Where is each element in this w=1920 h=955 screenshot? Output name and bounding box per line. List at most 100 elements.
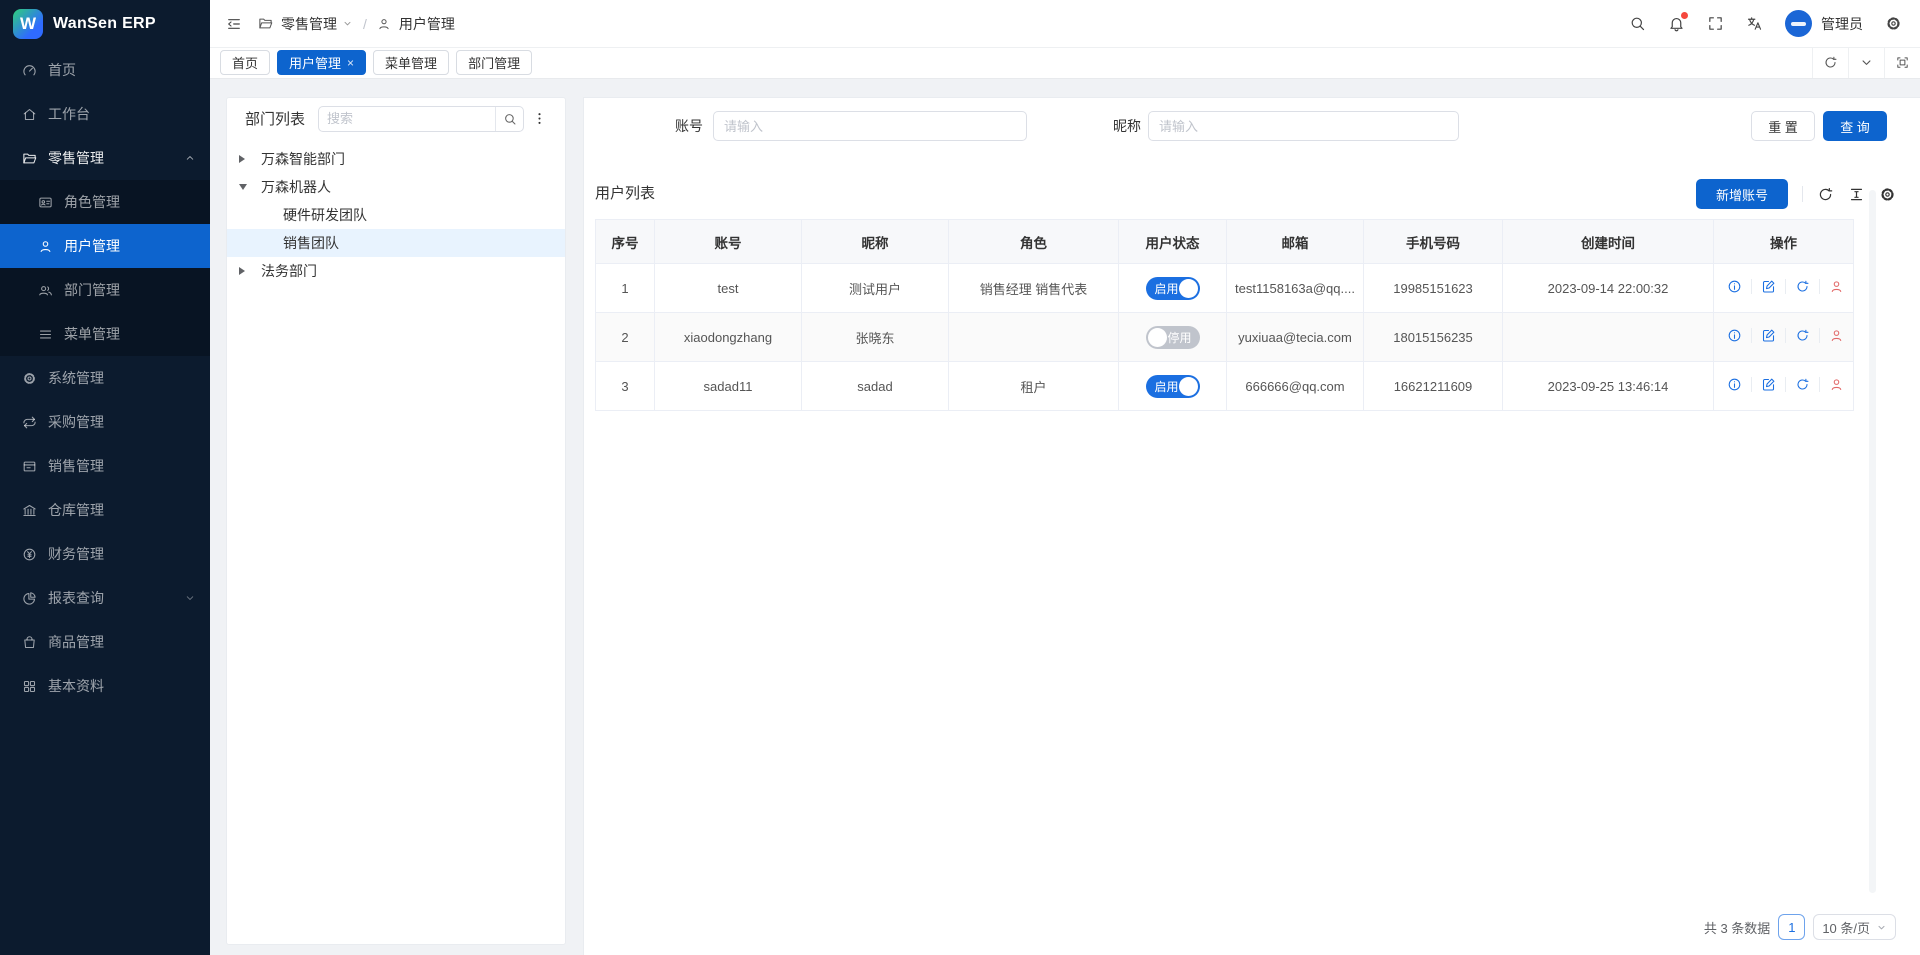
sidebar-item[interactable]: 商品管理 bbox=[0, 620, 210, 664]
created-cell: 2023-09-25 13:46:14 bbox=[1503, 362, 1714, 411]
nickname-filter-input[interactable] bbox=[1148, 111, 1459, 141]
add-account-button[interactable]: 新增账号 bbox=[1696, 179, 1788, 209]
column-header: 用户状态 bbox=[1119, 220, 1227, 264]
tab-菜单管理[interactable]: 菜单管理 bbox=[373, 50, 449, 75]
sidebar-item[interactable]: 工作台 bbox=[0, 92, 210, 136]
tree-collapse-icon[interactable] bbox=[239, 184, 247, 190]
sidebar-item[interactable]: 菜单管理 bbox=[0, 312, 210, 356]
user-remove-icon[interactable] bbox=[1819, 279, 1853, 294]
tab-label: 部门管理 bbox=[468, 53, 520, 72]
search-icon[interactable] bbox=[1629, 15, 1646, 32]
department-tree: 万森智能部门万森机器人硬件研发团队销售团队法务部门 bbox=[227, 139, 565, 285]
sidebar-item[interactable]: 报表查询 bbox=[0, 576, 210, 620]
sidebar-item[interactable]: 系统管理 bbox=[0, 356, 210, 400]
view-detail-icon[interactable] bbox=[1718, 328, 1751, 343]
reset-password-icon[interactable] bbox=[1785, 279, 1819, 294]
notification-dot bbox=[1681, 12, 1688, 19]
folder-icon bbox=[22, 151, 37, 166]
status-toggle-label: 启用 bbox=[1155, 378, 1179, 395]
sidebar-item-label: 系统管理 bbox=[48, 368, 196, 388]
pagination: 共 3 条数据 1 10 条/页 bbox=[1704, 914, 1896, 940]
view-detail-icon[interactable] bbox=[1718, 279, 1751, 294]
status-toggle[interactable]: 停用 bbox=[1146, 326, 1200, 349]
edit-user-icon[interactable] bbox=[1751, 279, 1785, 294]
tree-expand-icon[interactable] bbox=[239, 155, 245, 163]
breadcrumb-separator: / bbox=[361, 16, 369, 32]
department-search-input[interactable] bbox=[319, 111, 495, 126]
sidebar-item[interactable]: 首页 bbox=[0, 48, 210, 92]
sidebar-item[interactable]: 采购管理 bbox=[0, 400, 210, 444]
index-cell: 1 bbox=[596, 264, 655, 313]
department-search-icon[interactable] bbox=[495, 107, 523, 131]
finance-icon bbox=[22, 547, 37, 562]
sidebar-item[interactable]: 仓库管理 bbox=[0, 488, 210, 532]
table-refresh-icon[interactable] bbox=[1817, 186, 1834, 203]
email-cell: test1158163a@qq.... bbox=[1227, 264, 1364, 313]
tree-expand-icon[interactable] bbox=[239, 267, 245, 275]
edit-user-icon[interactable] bbox=[1751, 328, 1785, 343]
content-fullscreen-icon[interactable] bbox=[1884, 47, 1920, 78]
reset-button[interactable]: 重 置 bbox=[1751, 111, 1815, 141]
gear-icon bbox=[22, 371, 37, 386]
status-toggle-label: 启用 bbox=[1155, 280, 1179, 297]
tree-item[interactable]: 万森机器人 bbox=[227, 173, 565, 201]
user-menu[interactable]: 管理员 bbox=[1785, 10, 1863, 37]
bank-icon bbox=[22, 503, 37, 518]
user-management-panel: 账号 昵称 重 置 查 询 用户列表 新增账号 序号账号昵称角色用户状态邮箱手机… bbox=[583, 97, 1920, 955]
page-size-select[interactable]: 10 条/页 bbox=[1813, 914, 1896, 940]
sidebar-item[interactable]: 部门管理 bbox=[0, 268, 210, 312]
ops-cell bbox=[1714, 313, 1854, 362]
edit-user-icon[interactable] bbox=[1751, 377, 1785, 392]
fullscreen-icon[interactable] bbox=[1707, 15, 1724, 32]
user-remove-icon[interactable] bbox=[1819, 328, 1853, 343]
sidebar-item-label: 工作台 bbox=[48, 104, 196, 124]
tab-menu-chevron-icon[interactable] bbox=[1848, 47, 1884, 78]
sidebar-item[interactable]: 角色管理 bbox=[0, 180, 210, 224]
table-header-row: 序号账号昵称角色用户状态邮箱手机号码创建时间操作 bbox=[596, 220, 1854, 264]
sidebar-item[interactable]: 基本资料 bbox=[0, 664, 210, 708]
sidebar-item[interactable]: 用户管理 bbox=[0, 224, 210, 268]
scrollbar-track[interactable] bbox=[1869, 190, 1876, 893]
reset-password-icon[interactable] bbox=[1785, 377, 1819, 392]
page-size-label: 10 条/页 bbox=[1822, 918, 1870, 937]
sidebar-fold-icon[interactable] bbox=[226, 16, 242, 32]
sidebar-item-label: 部门管理 bbox=[64, 280, 196, 300]
tree-arrow-slot bbox=[239, 267, 261, 275]
tab-部门管理[interactable]: 部门管理 bbox=[456, 50, 532, 75]
breadcrumb-current: 用户管理 bbox=[399, 14, 455, 34]
refresh-page-icon[interactable] bbox=[1812, 47, 1848, 78]
sidebar-item-label: 用户管理 bbox=[64, 236, 196, 256]
sidebar-item[interactable]: 零售管理 bbox=[0, 136, 210, 180]
user-table: 序号账号昵称角色用户状态邮箱手机号码创建时间操作 1test测试用户销售经理 销… bbox=[595, 219, 1854, 411]
tree-item[interactable]: 硬件研发团队 bbox=[227, 201, 565, 229]
tree-item[interactable]: 法务部门 bbox=[227, 257, 565, 285]
status-toggle[interactable]: 启用 bbox=[1146, 375, 1200, 398]
nickname-cell: 测试用户 bbox=[802, 264, 949, 313]
tree-item[interactable]: 销售团队 bbox=[227, 229, 565, 257]
notification-bell-icon[interactable] bbox=[1668, 15, 1685, 32]
roles-cell: 租户 bbox=[949, 362, 1119, 411]
account-filter-input[interactable] bbox=[713, 111, 1027, 141]
sidebar-item[interactable]: 财务管理 bbox=[0, 532, 210, 576]
settings-gear-icon[interactable] bbox=[1885, 15, 1902, 32]
tree-item[interactable]: 万森智能部门 bbox=[227, 145, 565, 173]
sidebar-item-label: 销售管理 bbox=[48, 456, 196, 476]
tree-item-label: 万森智能部门 bbox=[261, 149, 345, 169]
column-settings-gear-icon[interactable] bbox=[1879, 186, 1896, 203]
tab-close-icon[interactable]: × bbox=[347, 57, 354, 69]
search-button[interactable]: 查 询 bbox=[1823, 111, 1887, 141]
translate-icon[interactable] bbox=[1746, 15, 1763, 32]
reset-password-icon[interactable] bbox=[1785, 328, 1819, 343]
tab-首页[interactable]: 首页 bbox=[220, 50, 270, 75]
chevron-down-icon bbox=[342, 18, 353, 29]
row-height-icon[interactable] bbox=[1848, 186, 1865, 203]
avatar bbox=[1785, 10, 1812, 37]
status-toggle[interactable]: 启用 bbox=[1146, 277, 1200, 300]
breadcrumb-parent[interactable]: 零售管理 bbox=[281, 14, 353, 34]
tab-用户管理[interactable]: 用户管理× bbox=[277, 50, 366, 75]
department-more-icon[interactable] bbox=[532, 111, 547, 126]
user-remove-icon[interactable] bbox=[1819, 377, 1853, 392]
view-detail-icon[interactable] bbox=[1718, 377, 1751, 392]
page-button[interactable]: 1 bbox=[1778, 914, 1805, 940]
sidebar-item[interactable]: 销售管理 bbox=[0, 444, 210, 488]
